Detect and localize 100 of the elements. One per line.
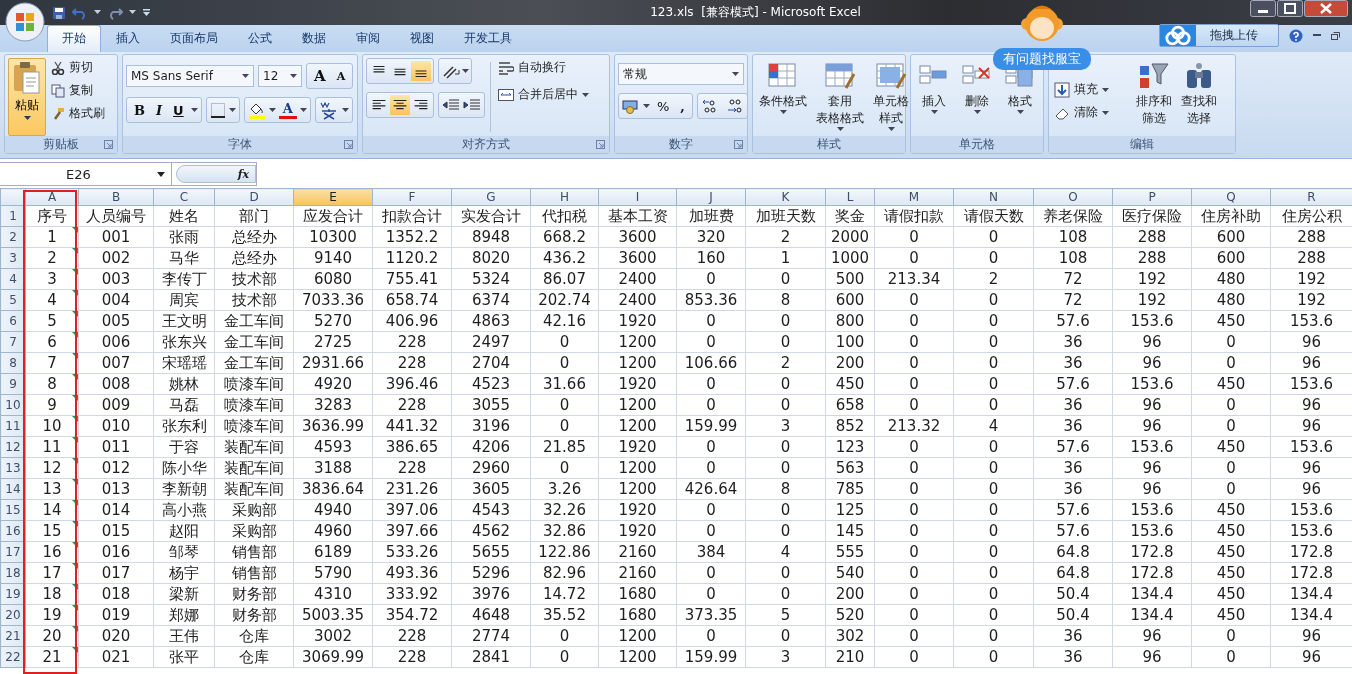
group-label: 对齐方式 — [462, 136, 510, 153]
table-cell: 200 — [825, 583, 875, 605]
table-cell: 2704 — [451, 352, 531, 374]
table-cell: 96 — [1112, 394, 1192, 416]
table-cell: 0 — [676, 268, 746, 290]
table-cell: 134.4 — [1112, 583, 1192, 605]
table-cell: 0 — [676, 457, 746, 479]
table-cell: 1352.2 — [372, 226, 452, 248]
table-cell: 020 — [78, 625, 154, 647]
table-cell: 450 — [1191, 499, 1271, 521]
table-cell: 4523 — [451, 373, 531, 395]
table-cell: 96 — [1112, 331, 1192, 353]
table-cell: 0 — [1191, 331, 1271, 353]
table-cell: 0 — [874, 520, 954, 542]
table-cell: 实发合计 — [451, 205, 531, 227]
table-cell: 周宾 — [153, 289, 215, 311]
table-cell: 2 — [25, 247, 79, 269]
table-cell: 320 — [676, 226, 746, 248]
table-cell: 0 — [745, 394, 826, 416]
table-cell: 003 — [78, 268, 154, 290]
table-cell: 493.36 — [372, 562, 452, 584]
table-cell: 480 — [1191, 268, 1271, 290]
table-cell: 153.6 — [1112, 520, 1192, 542]
table-cell: 张雨 — [153, 226, 215, 248]
table-cell: 1920 — [598, 310, 677, 332]
table-cell: 57.6 — [1033, 436, 1113, 458]
table-cell: 医疗保险 — [1112, 205, 1192, 227]
table-cell: 153.6 — [1112, 436, 1192, 458]
table-cell: 520 — [825, 604, 875, 626]
table-cell: 0 — [676, 499, 746, 521]
table-cell: 852 — [825, 415, 875, 437]
table-cell: 住房补助 — [1191, 205, 1271, 227]
table-cell: 96 — [1112, 457, 1192, 479]
table-cell: 陈小华 — [153, 457, 215, 479]
table-cell: 57.6 — [1033, 373, 1113, 395]
table-cell: 0 — [1191, 646, 1271, 668]
table-cell: 赵阳 — [153, 520, 215, 542]
table-cell: 销售部 — [214, 562, 294, 584]
group-label: 单元格 — [959, 136, 995, 153]
table-cell: 106.66 — [676, 352, 746, 374]
table-cell: 财务部 — [214, 583, 294, 605]
table-cell: 450 — [825, 373, 875, 395]
table-cell: 004 — [78, 289, 154, 311]
table-cell: 0 — [530, 415, 599, 437]
table-cell: 0 — [530, 394, 599, 416]
table-cell: 192 — [1112, 268, 1192, 290]
table-cell: 张平 — [153, 646, 215, 668]
table-cell: 0 — [676, 310, 746, 332]
table-cell: 12 — [25, 457, 79, 479]
table-cell: 4562 — [451, 520, 531, 542]
table-cell: 5270 — [293, 310, 373, 332]
table-cell: 0 — [874, 436, 954, 458]
table-cell: 0 — [874, 541, 954, 563]
table-cell: 57.6 — [1033, 310, 1113, 332]
table-cell: 31.66 — [530, 373, 599, 395]
table-cell: 600 — [1191, 247, 1271, 269]
table-cell: 2400 — [598, 289, 677, 311]
table-cell: 5 — [25, 310, 79, 332]
table-cell: 384 — [676, 541, 746, 563]
table-cell: 012 — [78, 457, 154, 479]
table-cell: 9 — [25, 394, 79, 416]
table-cell: 1 — [745, 247, 826, 269]
table-cell: 0 — [745, 499, 826, 521]
table-cell: 邹琴 — [153, 541, 215, 563]
table-cell: 36 — [1033, 415, 1113, 437]
table-cell: 397.66 — [372, 520, 452, 542]
table-cell: 0 — [676, 436, 746, 458]
table-cell: 2 — [745, 226, 826, 248]
table-cell: 019 — [78, 604, 154, 626]
table-cell: 高小燕 — [153, 499, 215, 521]
table-cell: 450 — [1191, 604, 1271, 626]
table-cell: 406.96 — [372, 310, 452, 332]
table-cell: 0 — [953, 373, 1034, 395]
table-cell: 64.8 — [1033, 562, 1113, 584]
table-cell: 450 — [1191, 541, 1271, 563]
table-cell: 668.2 — [530, 226, 599, 248]
table-cell: 3636.99 — [293, 415, 373, 437]
table-cell: 288 — [1112, 247, 1192, 269]
table-cell: 梁新 — [153, 583, 215, 605]
table-cell: 0 — [874, 583, 954, 605]
table-cell: 005 — [78, 310, 154, 332]
table-cell: 755.41 — [372, 268, 452, 290]
table-cell: 0 — [745, 268, 826, 290]
table-cell: 0 — [953, 604, 1034, 626]
table-cell: 1200 — [598, 352, 677, 374]
table-cell: 153.6 — [1112, 310, 1192, 332]
table-cell: 0 — [953, 625, 1034, 647]
table-cell: 0 — [745, 310, 826, 332]
table-cell: 0 — [745, 373, 826, 395]
table-cell: 4863 — [451, 310, 531, 332]
table-cell: 1200 — [598, 646, 677, 668]
table-cell: 64.8 — [1033, 541, 1113, 563]
table-cell: 36 — [1033, 478, 1113, 500]
table-cell: 3196 — [451, 415, 531, 437]
table-cell: 228 — [372, 394, 452, 416]
table-cell: 0 — [676, 331, 746, 353]
table-cell: 36 — [1033, 646, 1113, 668]
table-cell: 4 — [25, 289, 79, 311]
table-cell: 002 — [78, 247, 154, 269]
table-cell: 13 — [25, 478, 79, 500]
